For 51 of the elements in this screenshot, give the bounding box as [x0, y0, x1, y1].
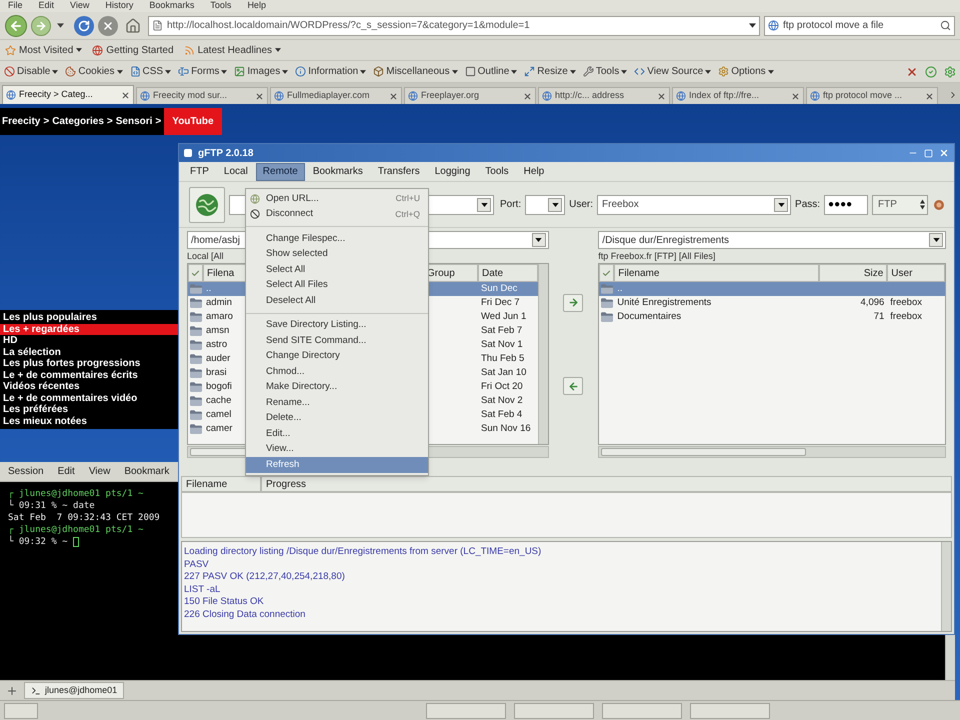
window-title: gFTP 2.0.18	[198, 146, 254, 160]
file-name: Documentaires	[617, 310, 682, 324]
file-name: amsn	[206, 324, 230, 338]
log-line: 226 Closing Data connection	[184, 608, 306, 621]
file-name: brasi	[206, 366, 227, 380]
file-name: amaro	[206, 310, 233, 324]
file-name: Unité Enregistrements	[617, 296, 712, 310]
terminal-line: Sat Feb 7 09:32:43 CET 2009	[8, 512, 160, 524]
terminal-line: └ 09:32 % ~	[8, 536, 68, 548]
file-date: Sat Nov 1	[480, 338, 523, 352]
file-date: Sat Feb 4	[480, 408, 522, 422]
password-label: Pass:	[795, 198, 820, 212]
file-date: Wed Jun 1	[480, 310, 526, 324]
file-date: Sat Feb 7	[480, 324, 522, 338]
file-date: Thu Feb 5	[480, 352, 524, 366]
file-name: admin	[206, 296, 232, 310]
file-name: ..	[206, 282, 212, 296]
log-line: 227 PASV OK (212,27,40,254,218,80)	[184, 571, 345, 584]
remote-status-label: ftp Freebox.fr [FTP] [All Files]	[598, 250, 716, 262]
file-date: Sat Nov 2	[480, 394, 523, 408]
file-date: Sat Jan 10	[480, 366, 526, 380]
breadcrumb-separator: >	[154, 115, 162, 129]
port-label: Port:	[500, 198, 522, 212]
file-size: 4,096	[860, 296, 884, 310]
terminal-line: ┌ jlunes@jdhome01 pts/1 ~	[8, 524, 144, 536]
file-date: Sun Nov 16	[480, 422, 531, 436]
breadcrumb-separator: >	[42, 115, 50, 129]
local-status-label: Local [All	[187, 250, 224, 262]
file-name: bogofi	[206, 380, 232, 394]
shortcut-label: Ctrl+Q	[395, 208, 420, 221]
file-name: astro	[206, 338, 228, 352]
file-name: camer	[206, 422, 232, 436]
file-name: cache	[206, 394, 232, 408]
log-line: Loading directory listing /Disque dur/Enregistrements from server (LC_TIME=en_US)	[184, 546, 542, 558]
terminal-line: ┌ jlunes@jdhome01 pts/1 ~	[8, 488, 144, 500]
file-owner: freebox	[890, 296, 922, 310]
file-date: Fri Oct 20	[480, 380, 523, 394]
file-size: 71	[874, 310, 884, 324]
log-line: LIST -aL	[184, 584, 220, 596]
shortcut-label: Ctrl+U	[396, 192, 420, 206]
file-date: Fri Dec 7	[480, 296, 520, 310]
log-line: 150 File Status OK	[184, 596, 264, 608]
log-line: PASV	[184, 558, 209, 571]
user-label: User:	[569, 198, 594, 212]
breadcrumb-separator: >	[106, 115, 114, 129]
file-date: Sun Dec	[480, 282, 518, 296]
file-name: ..	[617, 282, 623, 296]
terminal-line: └ 09:31 % ~ date	[8, 500, 95, 512]
file-name: auder	[206, 352, 230, 366]
file-owner: freebox	[890, 310, 922, 324]
file-name: camel	[206, 408, 232, 422]
